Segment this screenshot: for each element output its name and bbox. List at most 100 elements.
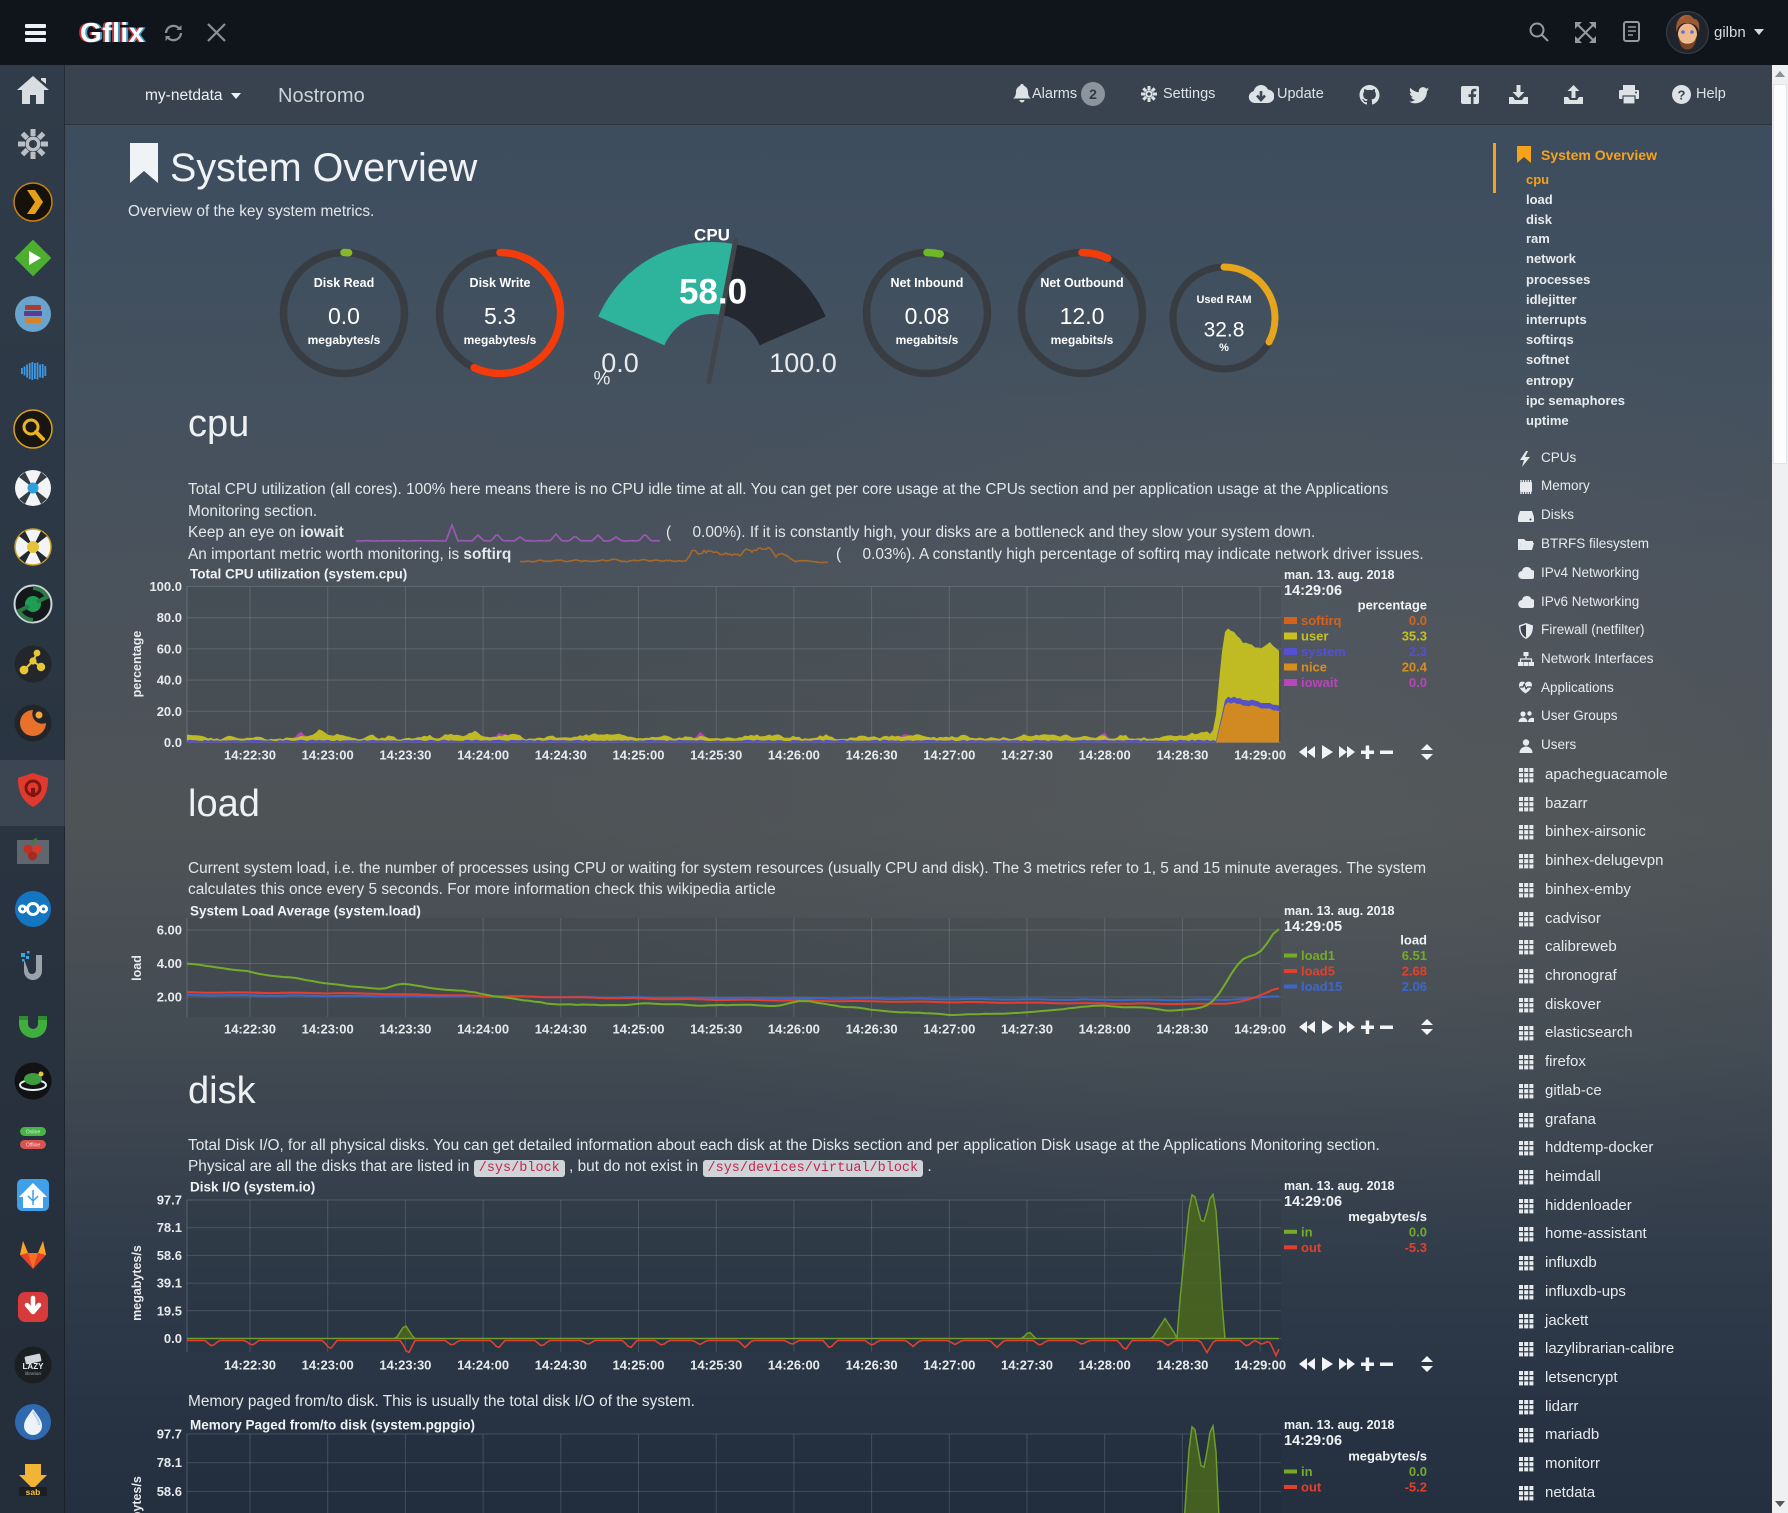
svg-text:megabits/s: megabits/s	[1051, 333, 1114, 347]
svg-text:Net Outbound: Net Outbound	[1040, 276, 1123, 290]
svg-text:0.0: 0.0	[1409, 1464, 1427, 1479]
svg-text:softirq: softirq	[1301, 613, 1342, 628]
svg-text:14:29:06: 14:29:06	[1284, 1194, 1342, 1210]
svg-text:6.00: 6.00	[157, 923, 182, 938]
svg-text:load: load	[130, 955, 144, 981]
svg-text:percentage: percentage	[130, 631, 144, 698]
svg-text:?: ?	[1678, 88, 1686, 103]
svg-text:14:22:30: 14:22:30	[224, 748, 276, 763]
svg-text:megabytes/s: megabytes/s	[1348, 1209, 1427, 1224]
svg-text:Disk I/O (system.io): Disk I/O (system.io)	[190, 1180, 315, 1195]
svg-text:14:25:00: 14:25:00	[612, 748, 664, 763]
svg-text:Offline: Offline	[26, 1143, 41, 1149]
svg-text:14:24:30: 14:24:30	[535, 1358, 587, 1373]
svg-text:35.3: 35.3	[1402, 629, 1427, 644]
svg-text:0.0: 0.0	[164, 1331, 182, 1346]
svg-text:80.0: 80.0	[157, 610, 182, 625]
svg-text:78.1: 78.1	[157, 1455, 182, 1470]
svg-text:iowait: iowait	[1301, 675, 1339, 690]
svg-text:Disk Read: Disk Read	[314, 276, 374, 290]
svg-text:14:27:00: 14:27:00	[923, 1358, 975, 1373]
svg-text:load: load	[1400, 933, 1427, 948]
svg-text:LAZY: LAZY	[23, 1362, 45, 1371]
svg-text:man. 13. aug. 2018: man. 13. aug. 2018	[1284, 568, 1395, 582]
svg-text:20.4: 20.4	[1402, 660, 1428, 675]
svg-text:14:28:00: 14:28:00	[1079, 1022, 1131, 1037]
svg-text:14:23:00: 14:23:00	[302, 1358, 354, 1373]
svg-text:2.06: 2.06	[1402, 979, 1427, 994]
svg-text:60.0: 60.0	[157, 641, 182, 656]
svg-text:2.00: 2.00	[157, 990, 182, 1005]
svg-text:14:26:00: 14:26:00	[768, 1358, 820, 1373]
svg-text:4.00: 4.00	[157, 956, 182, 971]
svg-text:0.0: 0.0	[1409, 613, 1427, 628]
svg-text:2.68: 2.68	[1402, 964, 1427, 979]
svg-text:2.3: 2.3	[1409, 644, 1427, 659]
svg-text:14:27:30: 14:27:30	[1001, 748, 1053, 763]
svg-text:78.1: 78.1	[157, 1220, 182, 1235]
svg-text:14:24:00: 14:24:00	[457, 1022, 509, 1037]
svg-text:librarian: librarian	[25, 1371, 42, 1376]
svg-text:load5: load5	[1301, 964, 1335, 979]
svg-text:0.0: 0.0	[1409, 1224, 1427, 1239]
svg-text:14:25:00: 14:25:00	[612, 1022, 664, 1037]
svg-text:14:28:30: 14:28:30	[1156, 748, 1208, 763]
svg-text:megabytes/s: megabytes/s	[130, 1245, 144, 1321]
svg-text:14:24:30: 14:24:30	[535, 748, 587, 763]
svg-text:40.0: 40.0	[157, 673, 182, 688]
svg-text:Online: Online	[26, 1130, 41, 1136]
svg-text:in: in	[1301, 1224, 1313, 1239]
svg-text:14:27:00: 14:27:00	[923, 748, 975, 763]
svg-text:97.7: 97.7	[157, 1427, 182, 1442]
svg-text:14:24:30: 14:24:30	[535, 1022, 587, 1037]
svg-text:nice: nice	[1301, 660, 1327, 675]
svg-text:14:22:30: 14:22:30	[224, 1358, 276, 1373]
svg-text:14:23:00: 14:23:00	[302, 748, 354, 763]
svg-text:14:23:30: 14:23:30	[379, 748, 431, 763]
svg-text:14:28:30: 14:28:30	[1156, 1022, 1208, 1037]
svg-text:system: system	[1301, 644, 1346, 659]
svg-text:14:29:00: 14:29:00	[1234, 1022, 1286, 1037]
svg-text:14:28:30: 14:28:30	[1156, 1358, 1208, 1373]
svg-text:%: %	[594, 369, 611, 390]
svg-text:Memory Paged from/to disk (sys: Memory Paged from/to disk (system.pgpgio…	[190, 1418, 475, 1433]
svg-text:14:25:30: 14:25:30	[690, 1358, 742, 1373]
svg-text:32.8: 32.8	[1204, 319, 1245, 342]
svg-text:14:29:06: 14:29:06	[1284, 583, 1342, 599]
svg-text:14:28:00: 14:28:00	[1079, 748, 1131, 763]
svg-text:Used RAM: Used RAM	[1196, 294, 1251, 306]
svg-text:14:26:00: 14:26:00	[768, 1022, 820, 1037]
svg-text:man. 13. aug. 2018: man. 13. aug. 2018	[1284, 1179, 1395, 1193]
svg-text:14:28:00: 14:28:00	[1079, 1358, 1131, 1373]
svg-text:14:23:30: 14:23:30	[379, 1358, 431, 1373]
svg-text:man. 13. aug. 2018: man. 13. aug. 2018	[1284, 904, 1395, 918]
svg-text:-5.3: -5.3	[1405, 1240, 1427, 1255]
svg-text:14:25:30: 14:25:30	[690, 1022, 742, 1037]
svg-text:14:29:00: 14:29:00	[1234, 1358, 1286, 1373]
svg-text:out: out	[1301, 1240, 1322, 1255]
svg-text:14:27:30: 14:27:30	[1001, 1358, 1053, 1373]
svg-text:user: user	[1301, 629, 1328, 644]
svg-text:man. 13. aug. 2018: man. 13. aug. 2018	[1284, 1418, 1395, 1432]
svg-text:CPU: CPU	[694, 226, 730, 245]
svg-text:load15: load15	[1301, 979, 1342, 994]
svg-text:sab: sab	[26, 1487, 41, 1497]
svg-text:14:27:30: 14:27:30	[1001, 1022, 1053, 1037]
svg-text:14:25:00: 14:25:00	[612, 1358, 664, 1373]
svg-text:58.0: 58.0	[679, 273, 747, 312]
svg-text:Net Inbound: Net Inbound	[891, 276, 964, 290]
svg-text:14:27:00: 14:27:00	[923, 1022, 975, 1037]
svg-text:97.7: 97.7	[157, 1193, 182, 1208]
svg-text:14:22:30: 14:22:30	[224, 1022, 276, 1037]
svg-text:megabytes/s: megabytes/s	[130, 1476, 144, 1513]
svg-text:0.08: 0.08	[905, 303, 950, 329]
svg-text:100.0: 100.0	[769, 348, 837, 378]
svg-text:14:26:30: 14:26:30	[846, 748, 898, 763]
svg-text:12.0: 12.0	[1060, 303, 1105, 329]
svg-text:39.1: 39.1	[157, 1276, 182, 1291]
svg-text:14:29:05: 14:29:05	[1284, 919, 1342, 935]
svg-text:Total CPU utilization (system.: Total CPU utilization (system.cpu)	[190, 567, 407, 582]
svg-text:14:23:00: 14:23:00	[302, 1022, 354, 1037]
svg-text:System Load Average (system.lo: System Load Average (system.load)	[190, 904, 421, 919]
svg-text:14:23:30: 14:23:30	[379, 1022, 431, 1037]
